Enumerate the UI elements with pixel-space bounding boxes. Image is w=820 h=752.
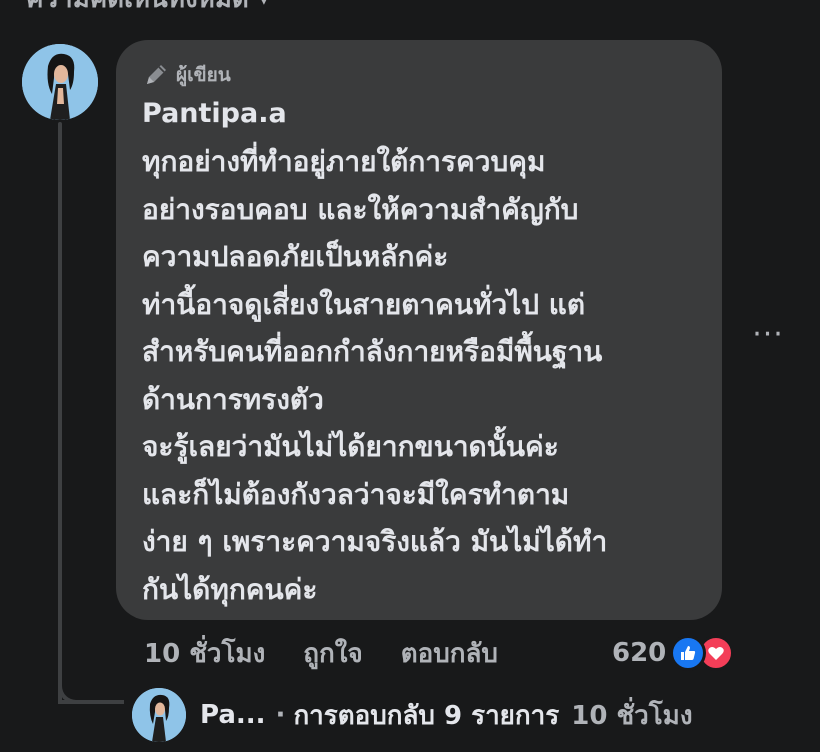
reply-button[interactable]: ตอบกลับ [401,633,498,674]
more-options-icon[interactable]: ··· [748,314,788,354]
like-button[interactable]: ถูกใจ [303,633,362,674]
comment-line: ทุกอย่างที่ทำอยู่ภายใต้การควบคุม [142,145,546,178]
comment-line: ท่านี้อาจดูเสี่ยงในสายตาคนทั่วไป แต่ [142,287,586,321]
comment-line: และก็ไม่ต้องกังวลว่าจะมีใครทำตาม [142,477,570,511]
comment-line: กันได้ทุกคนค่ะ [142,572,318,606]
thread-connector-branch [58,700,124,704]
profile-photo [22,44,98,120]
thumbs-up-icon [670,635,707,671]
separator-dot: · [275,700,286,730]
comment-text: ทุกอย่างที่ทำอยู่ภายใต้การควบคุม อย่างรอ… [142,138,712,613]
comment-author-name[interactable]: Pantipa.a [142,98,287,129]
all-comments-filter[interactable]: ความคิดเห็นทั้งหมด ▾ [26,0,269,18]
thread-connector-line [58,122,62,704]
comment-timestamp[interactable]: 10 ชั่วโมง [144,633,265,674]
avatar[interactable] [22,44,98,120]
view-replies-row[interactable]: Pa... · การตอบกลับ 9 รายการ 10 ชั่วโมง [132,688,693,742]
reply-timestamp: 10 ชั่วโมง [571,700,693,731]
comment-bubble: ผู้เขียน Pantipa.a ทุกอย่างที่ทำอยู่ภายใ… [116,40,722,620]
chevron-down-icon: ▾ [259,0,269,10]
comment-line: สำหรับคนที่ออกกำลังกายหรือมีพื้นฐาน [142,335,603,368]
reaction-count: 620 [612,638,667,668]
reply-count-label: การตอบกลับ 9 รายการ [293,700,560,731]
reactions-summary[interactable]: 620 [612,632,735,674]
comment-line: ง่าย ๆ เพราะความจริงแล้ว มันไม่ได้ทำ [142,525,608,558]
reply-author-name: Pa... [200,700,266,730]
comment-actions: 10 ชั่วโมง ถูกใจ ตอบกลับ [144,632,542,674]
author-badge-label: ผู้เขียน [176,64,231,86]
comment-line: ด้านการทรงตัว [142,382,324,416]
comment-thread: ความคิดเห็นทั้งหมด ▾ ผู้เขียน Pantipa.a … [0,0,820,752]
comment-line: ความปลอดภัยเป็นหลักค่ะ [142,240,449,273]
comment-line: อย่างรอบคอบ และให้ความสำคัญกับ [142,192,579,226]
pencil-icon [147,65,166,84]
filter-label: ความคิดเห็นทั้งหมด [26,0,249,19]
reply-avatar [132,688,186,742]
comment-line: จะรู้เลยว่ามันไม่ได้ยากขนาดนั้นค่ะ [142,430,559,463]
author-badge: ผู้เขียน [142,60,231,90]
